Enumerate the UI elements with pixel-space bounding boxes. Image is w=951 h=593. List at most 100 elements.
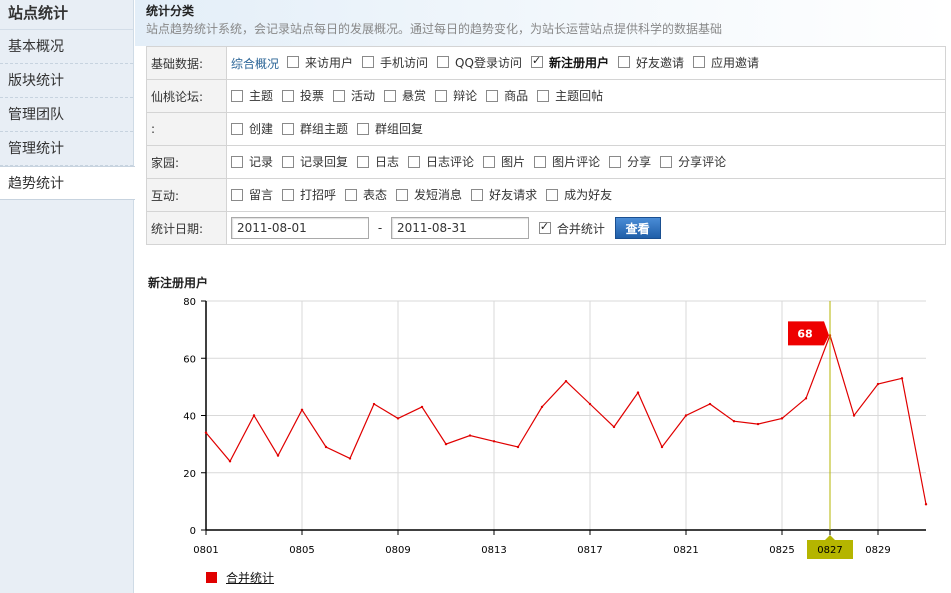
filter-checkbox[interactable] xyxy=(333,89,346,102)
filter-option[interactable]: 活动 xyxy=(333,87,375,104)
filter-options-basic: 综合概况 来访用户 手机访问 QQ登录访问 新注册用户 好友邀请 应用邀请 xyxy=(226,46,946,80)
sidebar-item-forum-stats[interactable]: 版块统计 xyxy=(0,64,133,98)
filter-option[interactable]: 好友请求 xyxy=(471,186,537,203)
filter-checkbox[interactable] xyxy=(483,155,496,168)
data-point xyxy=(468,434,472,437)
filter-option[interactable]: 成为好友 xyxy=(546,186,612,203)
filter-checkbox[interactable] xyxy=(231,89,243,102)
filter-checkbox[interactable] xyxy=(384,89,397,102)
filter-checkbox[interactable] xyxy=(231,155,243,168)
filter-option[interactable]: 悬赏 xyxy=(384,87,426,104)
sidebar-item-admin-stats[interactable]: 管理统计 xyxy=(0,132,133,166)
end-date-input[interactable] xyxy=(391,217,529,239)
filter-checkbox[interactable] xyxy=(660,155,673,168)
filter-option[interactable]: 来访用户 xyxy=(287,54,353,71)
filter-option[interactable]: 日志 xyxy=(357,153,399,170)
filter-checkbox[interactable] xyxy=(408,155,421,168)
filter-checkbox[interactable] xyxy=(231,188,243,201)
sidebar-item-trend-stats[interactable]: 趋势统计 xyxy=(0,166,135,200)
filter-option[interactable]: 主题 xyxy=(231,87,273,104)
filter-option-label: 悬赏 xyxy=(402,89,427,104)
filter-option[interactable]: 记录 xyxy=(231,153,273,170)
filter-checkbox[interactable] xyxy=(537,89,550,102)
filter-option[interactable]: 新注册用户 xyxy=(530,54,609,71)
filter-checkbox[interactable] xyxy=(357,155,370,168)
data-point xyxy=(684,414,688,417)
filter-checkbox[interactable] xyxy=(617,56,630,69)
filter-option[interactable]: 分享 xyxy=(609,153,651,170)
filter-option[interactable]: 表态 xyxy=(345,186,387,203)
filter-checkbox[interactable] xyxy=(282,89,295,102)
data-point xyxy=(564,379,568,383)
page-title: 统计分类 xyxy=(146,4,195,18)
chart-title: 新注册用户 xyxy=(148,276,209,290)
x-tick-label: 0825 xyxy=(769,545,794,556)
filter-label: 基础数据: xyxy=(146,46,227,80)
legend-item-merged[interactable]: 合并统计 xyxy=(226,569,274,586)
filter-checkbox[interactable] xyxy=(287,56,300,69)
filter-option[interactable]: 创建 xyxy=(231,120,273,137)
filter-option[interactable]: 商品 xyxy=(486,87,528,104)
sidebar-item-overview[interactable]: 基本概况 xyxy=(0,30,133,64)
filter-option-label: 群组回复 xyxy=(375,122,424,137)
start-date-input[interactable] xyxy=(231,217,369,239)
filter-option[interactable]: 群组主题 xyxy=(282,120,348,137)
filter-label: 互动: xyxy=(146,178,227,212)
data-point xyxy=(204,431,208,434)
merge-stats-checkbox[interactable] xyxy=(538,220,551,234)
merge-stats-option[interactable]: 合并统计 xyxy=(538,220,605,237)
series-line xyxy=(205,333,927,505)
filter-option[interactable]: 图片评论 xyxy=(534,153,600,170)
filter-option[interactable]: 打招呼 xyxy=(282,186,336,203)
data-point xyxy=(804,397,808,400)
filter-checkbox[interactable] xyxy=(437,56,450,69)
filter-option[interactable]: 手机访问 xyxy=(362,54,428,71)
filter-checkbox[interactable] xyxy=(396,188,409,201)
data-point xyxy=(900,377,904,380)
filter-checkbox[interactable] xyxy=(530,54,543,69)
data-point xyxy=(756,422,760,426)
filter-option[interactable]: 应用邀请 xyxy=(692,54,759,71)
filter-checkbox[interactable] xyxy=(282,188,295,201)
filter-checkbox[interactable] xyxy=(471,188,484,201)
highlight-x-label: 0827 xyxy=(817,545,842,556)
filter-checkbox[interactable] xyxy=(546,188,559,201)
filter-option-label: 日志 xyxy=(375,155,400,170)
view-button[interactable]: 查看 xyxy=(614,217,661,239)
filter-option[interactable]: 辩论 xyxy=(435,87,477,104)
filter-label: 家园: xyxy=(146,145,227,179)
filter-checkbox[interactable] xyxy=(282,122,295,135)
filter-option[interactable]: 记录回复 xyxy=(282,153,348,170)
filter-checkbox[interactable] xyxy=(486,89,499,102)
filter-option[interactable]: 日志评论 xyxy=(408,153,474,170)
filter-options-home: 记录 记录回复 日志 日志评论 图片 图片评论 分享 分享评论 xyxy=(226,145,946,179)
filter-option[interactable]: QQ登录访问 xyxy=(437,54,522,71)
data-point xyxy=(348,457,352,460)
filter-options-group: 创建 群组主题 群组回复 xyxy=(226,112,946,146)
filter-option[interactable]: 图片 xyxy=(483,153,525,170)
filter-option-label: QQ登录访问 xyxy=(455,55,522,70)
filter-option[interactable]: 主题回帖 xyxy=(537,87,603,104)
filter-checkbox[interactable] xyxy=(435,89,448,102)
filter-label: 仙桃论坛: xyxy=(146,79,227,113)
filter-checkbox[interactable] xyxy=(231,122,243,135)
filter-option[interactable]: 留言 xyxy=(231,186,273,203)
filter-checkbox[interactable] xyxy=(345,188,358,201)
filter-option[interactable]: 好友邀请 xyxy=(617,54,684,71)
filter-checkbox[interactable] xyxy=(362,56,375,69)
filter-checkbox[interactable] xyxy=(692,56,705,69)
filter-checkbox[interactable] xyxy=(534,155,547,168)
filter-checkbox[interactable] xyxy=(357,122,370,135)
filter-option-label: 好友邀请 xyxy=(635,55,684,70)
data-point xyxy=(612,425,616,429)
filter-checkbox[interactable] xyxy=(609,155,622,168)
filter-option[interactable]: 分享评论 xyxy=(660,153,726,170)
filter-option-label: 发短消息 xyxy=(414,188,463,203)
sidebar-item-admin-team[interactable]: 管理团队 xyxy=(0,98,133,132)
filter-option[interactable]: 群组回复 xyxy=(357,120,423,137)
filter-option-label: 图片评论 xyxy=(552,155,601,170)
filter-option[interactable]: 投票 xyxy=(282,87,324,104)
overview-link[interactable]: 综合概况 xyxy=(231,57,279,71)
filter-option[interactable]: 发短消息 xyxy=(396,186,462,203)
filter-checkbox[interactable] xyxy=(282,155,295,168)
